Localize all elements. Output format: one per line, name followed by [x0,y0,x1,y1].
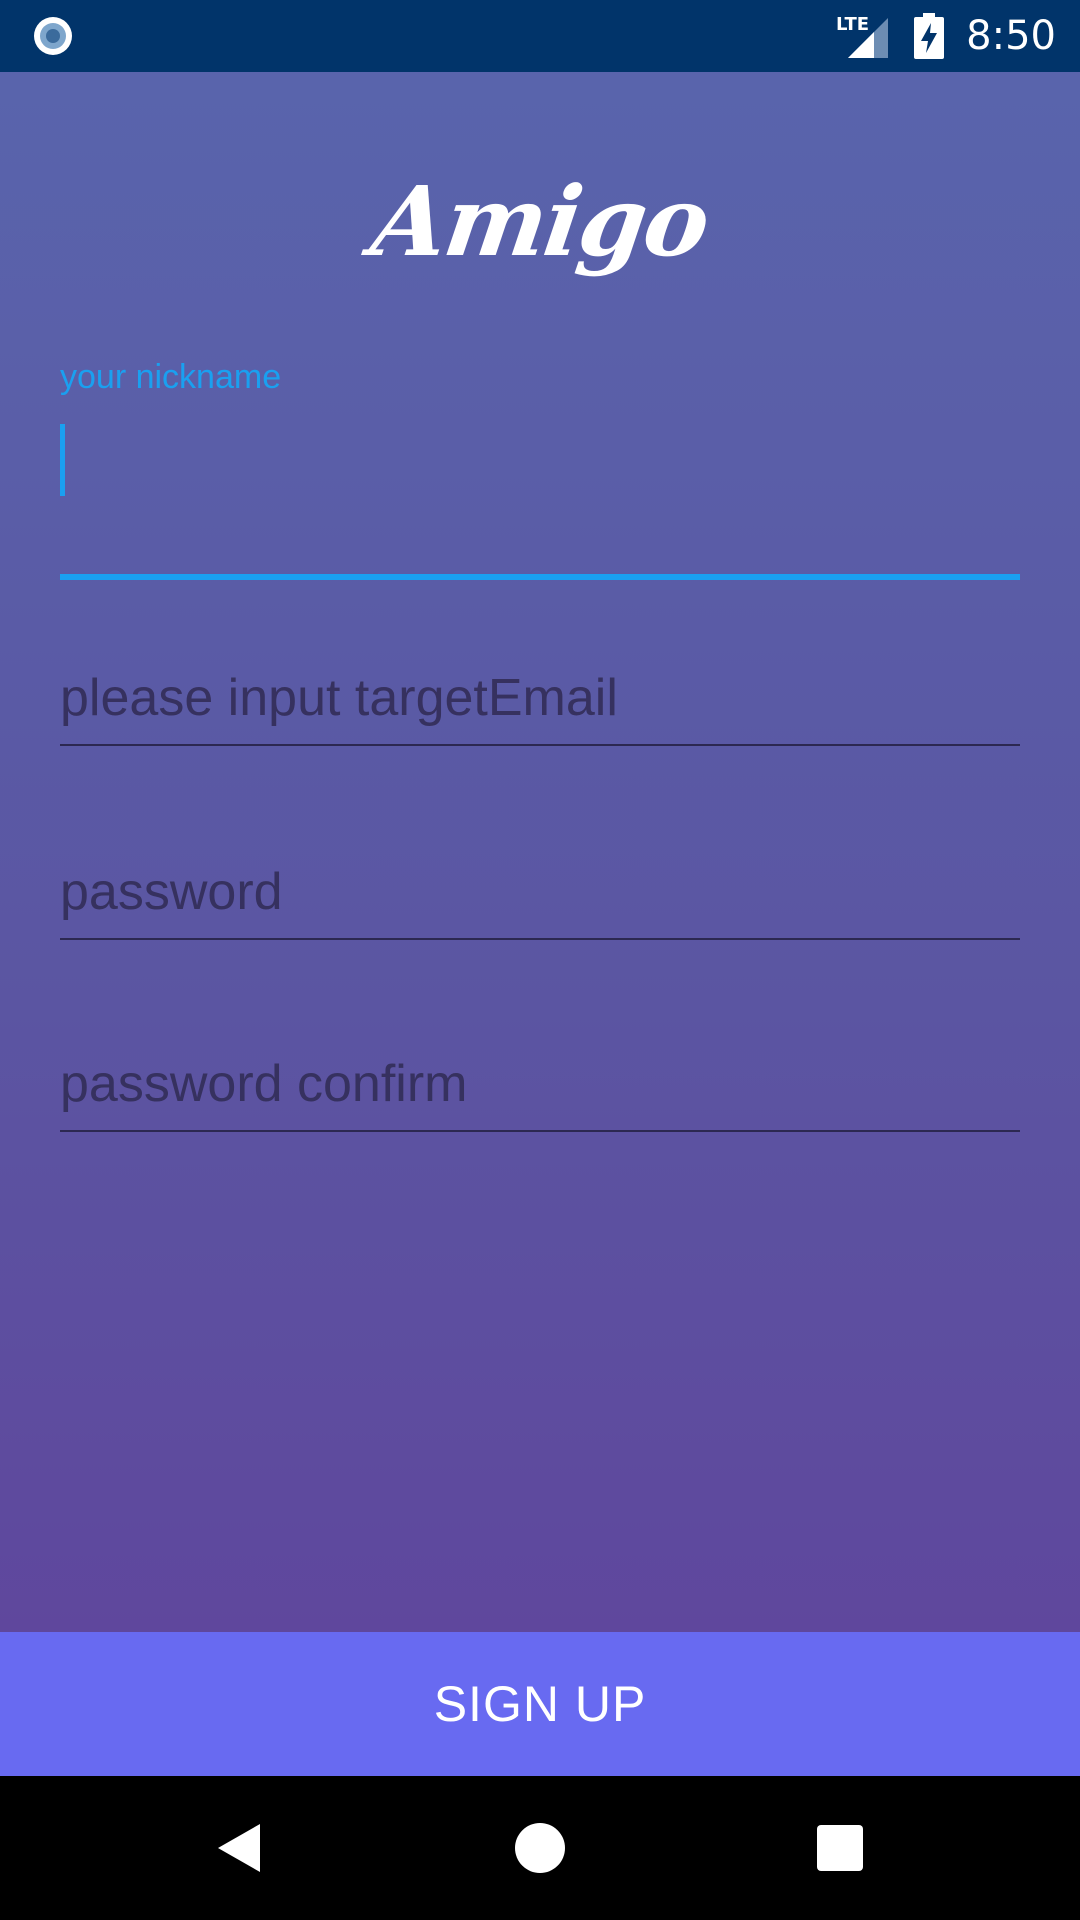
status-circle-icon [34,17,72,55]
svg-text:LTE: LTE [836,14,869,35]
status-bar: LTE 8:50 [0,0,1080,72]
password-placeholder: password [60,863,283,921]
nickname-label: your nickname [60,358,282,396]
clock: 8:50 [966,13,1056,59]
signup-form-area: Amigo your nickname please input targetE… [0,72,1080,1632]
password-confirm-underline [60,1130,1020,1132]
back-icon[interactable] [212,1820,268,1876]
navigation-bar [0,1776,1080,1920]
home-icon[interactable] [512,1820,568,1876]
password-confirm-placeholder: password confirm [60,1055,468,1113]
password-underline [60,938,1020,940]
password-confirm-field[interactable]: password confirm [60,978,1020,1132]
screen: LTE 8:50 Amigo your nickname please inpu… [0,0,1080,1920]
app-logo: Amigo [365,165,715,278]
text-caret [60,424,65,496]
nickname-underline [60,574,1020,580]
status-icons: LTE 8:50 [836,0,1056,72]
target-email-underline [60,744,1020,746]
nickname-field[interactable] [60,412,1020,580]
lte-signal-icon: LTE [836,14,889,58]
recents-icon[interactable] [812,1820,868,1876]
battery-charging-icon [914,13,945,59]
target-email-field[interactable]: please input targetEmail [60,592,1020,746]
target-email-placeholder: please input targetEmail [60,669,618,727]
password-field[interactable]: password [60,786,1020,940]
sign-up-button[interactable]: SIGN UP [0,1632,1080,1776]
